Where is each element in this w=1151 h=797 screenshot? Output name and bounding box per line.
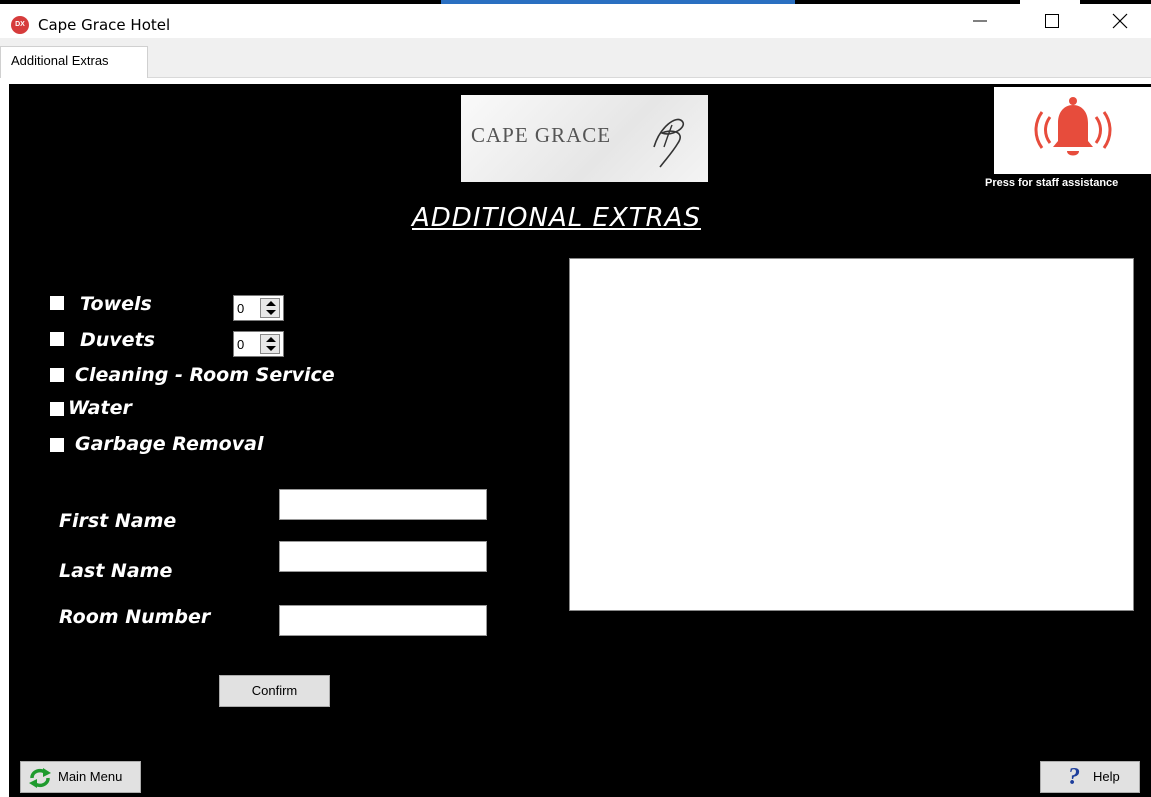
help-button[interactable]: ? Help [1040,761,1140,793]
main-menu-button[interactable]: Main Menu [20,761,141,793]
water-checkbox[interactable] [50,402,64,416]
maximize-icon [1045,14,1059,28]
cleaning-label: Cleaning - Room Service [75,364,335,386]
last-name-field[interactable] [279,541,487,572]
cleaning-checkbox[interactable] [50,368,64,382]
tab-additional-extras[interactable]: Additional Extras [0,46,148,78]
close-button[interactable] [1097,4,1143,38]
logo-brand-text: CAPE GRACE [471,123,612,147]
towels-quantity-value: 0 [237,301,245,316]
help-label: Help [1093,769,1120,784]
staff-assistance-caption: Press for staff assistance [985,177,1119,189]
water-label: Water [68,397,132,419]
stepper-arrows-icon[interactable] [260,334,280,354]
duvets-quantity-stepper[interactable]: 0 [233,331,284,357]
towels-label: Towels [80,293,152,315]
towels-checkbox[interactable] [50,296,64,310]
hotel-logo: CAPE GRACE [461,95,708,182]
maximize-button[interactable] [1029,4,1075,38]
duvets-checkbox[interactable] [50,332,64,346]
minimize-button[interactable] [957,4,1003,38]
first-name-field[interactable] [279,489,487,520]
page-title: ADDITIONAL EXTRAS [412,203,701,233]
main-menu-label: Main Menu [58,769,123,784]
room-number-label: Room Number [59,606,211,628]
garbage-label: Garbage Removal [75,433,264,455]
confirm-button[interactable]: Confirm [219,675,330,707]
first-name-label: First Name [59,510,177,532]
stepper-arrows-icon[interactable] [260,298,280,318]
towels-quantity-stepper[interactable]: 0 [233,295,284,321]
duvets-label: Duvets [80,329,155,351]
summary-memo[interactable] [569,258,1134,611]
refresh-icon [29,768,51,788]
alarm-bell-icon [1034,97,1112,156]
signature-mark-icon [653,118,685,168]
tab-bar: Additional Extras [0,38,1151,78]
help-question-icon: ? [1068,764,1080,790]
close-icon [1112,13,1128,29]
last-name-label: Last Name [59,560,173,582]
minimize-icon [973,20,987,22]
app-icon: DX [11,16,29,34]
staff-assistance-button[interactable] [994,87,1151,174]
garbage-checkbox[interactable] [50,438,64,452]
window-title: Cape Grace Hotel [38,16,171,34]
duvets-quantity-value: 0 [237,337,245,352]
room-number-field[interactable] [279,605,487,636]
